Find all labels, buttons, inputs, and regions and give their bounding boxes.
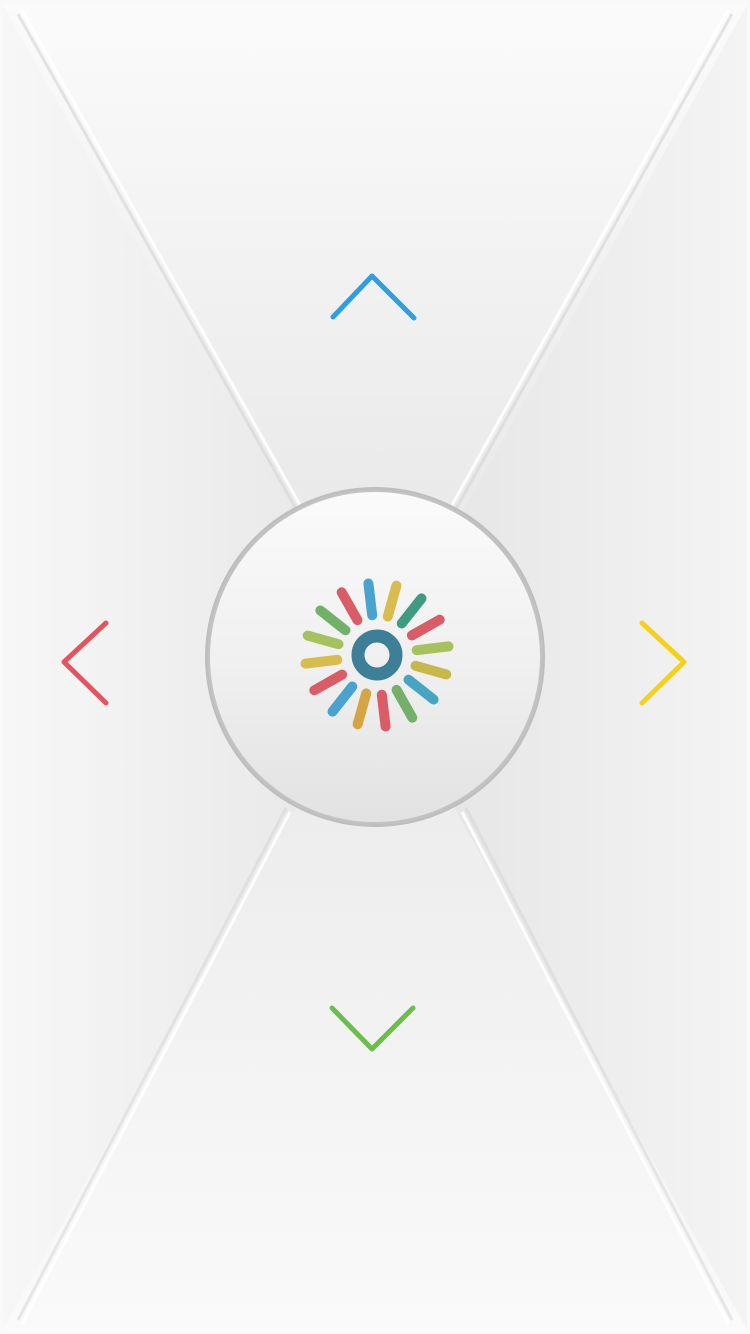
logo-ray	[363, 578, 378, 621]
center-button-face	[205, 487, 545, 827]
logo-ray	[411, 641, 454, 656]
center-ok-button[interactable]	[205, 487, 545, 827]
logo-ray	[300, 654, 343, 669]
remote-control-pad	[0, 0, 750, 1334]
logo-ray	[376, 689, 391, 732]
